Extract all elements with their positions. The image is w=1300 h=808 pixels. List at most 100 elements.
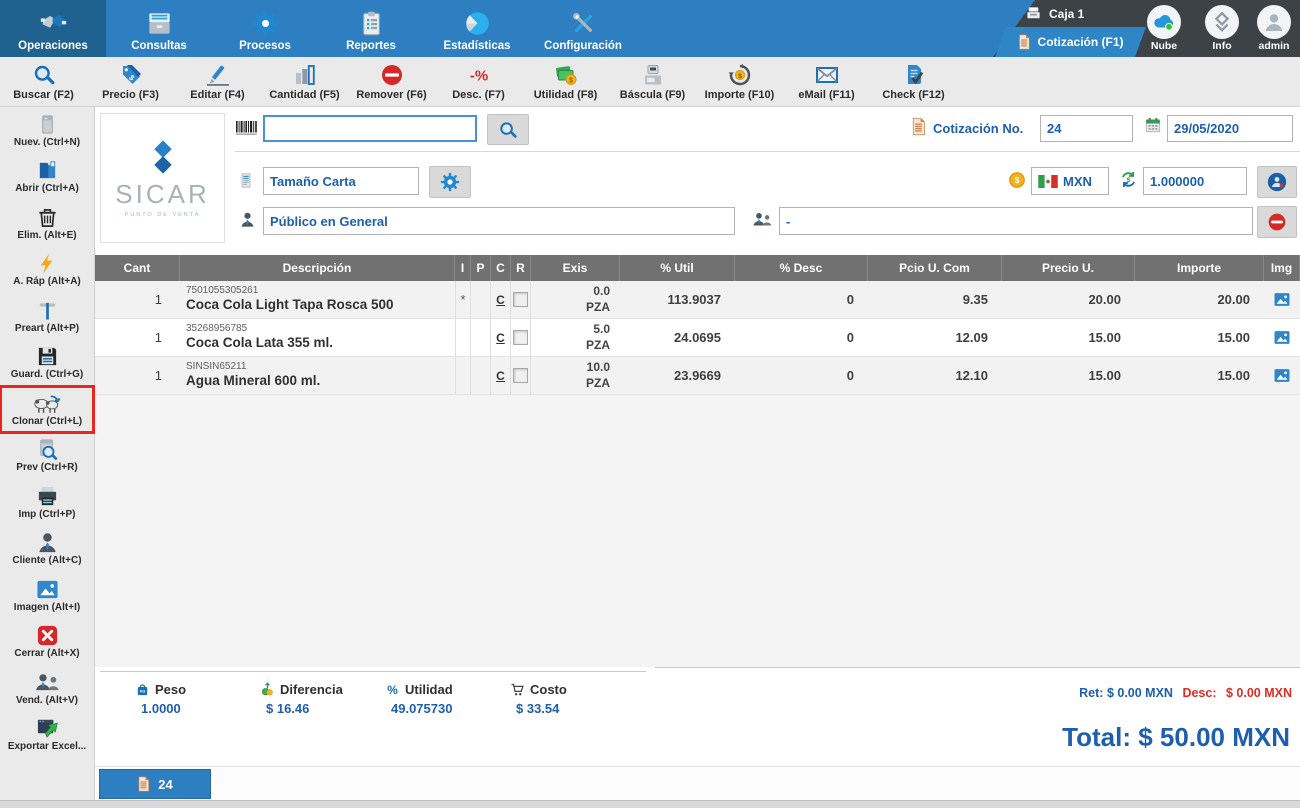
pie-chart-icon	[464, 10, 491, 37]
toolbar-cantidad-button[interactable]: Cantidad (F5)	[261, 57, 348, 106]
toolbar-buscar-button[interactable]: Buscar (F2)	[0, 57, 87, 106]
cell-r	[511, 319, 531, 356]
cell-cant: 1	[95, 281, 180, 318]
gear-icon	[440, 172, 460, 192]
quote-number-input[interactable]	[1040, 115, 1133, 142]
action-sidebar: Nuev. (Ctrl+N) Abrir (Ctrl+A) Elim. (Alt…	[0, 107, 95, 800]
barcode-search-input[interactable]	[263, 115, 477, 142]
row-checkbox[interactable]	[513, 368, 528, 383]
sidebar-item-alta-rapida[interactable]: A. Ráp (Alt+A)	[0, 247, 94, 294]
toolbar-precio-button[interactable]: $Precio (F3)	[87, 57, 174, 106]
stat-costo-value: $ 33.54	[510, 701, 640, 716]
print-format-input[interactable]	[263, 167, 419, 195]
col-header-descripcion: Descripción	[180, 255, 455, 281]
toolbar-email-button[interactable]: eMail (F11)	[783, 57, 870, 106]
sidebar-item-clonar[interactable]: Clonar (Ctrl+L)	[0, 386, 94, 433]
cell-exis: 10.0PZA	[531, 357, 620, 394]
toolbar-utilidad-button[interactable]: $Utilidad (F8)	[522, 57, 609, 106]
vendors-people-icon	[34, 671, 61, 694]
salesperson-input[interactable]	[779, 207, 1253, 235]
cell-pcio-u-com: 9.35	[868, 281, 1002, 318]
image-thumbnail-icon[interactable]	[1273, 330, 1291, 345]
pencil-icon	[206, 63, 230, 87]
toolbar-check-button[interactable]: Check (F12)	[870, 57, 957, 106]
toolbar-editar-button[interactable]: Editar (F4)	[174, 57, 261, 106]
svg-text:$: $	[1127, 177, 1131, 184]
cost-link[interactable]: C	[496, 369, 505, 383]
quote-document-icon	[911, 117, 926, 136]
nav-operaciones[interactable]: Operaciones	[0, 0, 106, 57]
row-checkbox[interactable]	[513, 330, 528, 345]
image-thumbnail-icon[interactable]	[1273, 292, 1291, 307]
print-settings-button[interactable]	[429, 166, 471, 198]
sidebar-item-guardar[interactable]: Guard. (Ctrl+G)	[0, 340, 94, 387]
table-row[interactable]: 1 35268956785 Coca Cola Lata 355 ml. C 5…	[95, 319, 1300, 357]
percent-icon: %	[385, 682, 400, 697]
caja-tab[interactable]: Caja 1	[1025, 6, 1084, 21]
search-button[interactable]	[487, 114, 529, 145]
currency-manager-button[interactable]	[1257, 166, 1297, 198]
col-header-util: % Util	[620, 255, 735, 281]
toolbar-bascula-button[interactable]: Báscula (F9)	[609, 57, 696, 106]
nav-consultas[interactable]: Consultas	[106, 0, 212, 57]
cell-util: 24.0695	[620, 319, 735, 356]
nav-configuracion[interactable]: Configuración	[530, 0, 636, 57]
nav-procesos[interactable]: Procesos	[212, 0, 318, 57]
sidebar-item-eliminar[interactable]: Elim. (Alt+E)	[0, 200, 94, 247]
cost-link[interactable]: C	[496, 293, 505, 307]
sidebar-item-imagen[interactable]: Imagen (Alt+I)	[0, 572, 94, 619]
remove-salesperson-button[interactable]	[1257, 206, 1297, 238]
table-row[interactable]: 1 SINSIN65211 Agua Mineral 600 ml. C 10.…	[95, 357, 1300, 395]
svg-text:-%: -%	[469, 67, 487, 84]
date-input[interactable]	[1167, 115, 1293, 142]
user-avatar-icon	[1262, 10, 1286, 34]
sidebar-item-preview[interactable]: Prev (Ctrl+R)	[0, 433, 94, 480]
quote-main-panel: SICAR PUNTO DE VENTA Cotización No. $ MX…	[95, 107, 1300, 800]
footer-divider-right	[655, 667, 1300, 668]
table-row[interactable]: 1 7501055305261 Coca Cola Light Tapa Ros…	[95, 281, 1300, 319]
row-checkbox[interactable]	[513, 292, 528, 307]
items-table-header: Cant Descripción I P C R Exis % Util % D…	[95, 255, 1300, 281]
sidebar-item-cliente[interactable]: Cliente (Alt+C)	[0, 526, 94, 573]
salesperson-icon	[751, 211, 774, 228]
clone-sheep-icon	[33, 392, 61, 415]
sidebar-item-preart[interactable]: Preart (Alt+P)	[0, 293, 94, 340]
cost-link[interactable]: C	[496, 331, 505, 345]
sidebar-item-nuevo[interactable]: Nuev. (Ctrl+N)	[0, 107, 94, 154]
desc-value: $ 0.00 MXN	[1226, 686, 1292, 700]
cell-exis: 5.0PZA	[531, 319, 620, 356]
toolbar-remover-button[interactable]: Remover (F6)	[348, 57, 435, 106]
cell-r	[511, 281, 531, 318]
nube-button[interactable]: Nube	[1136, 5, 1192, 52]
client-person-icon	[36, 531, 59, 554]
col-header-pcio-u-com: Pcio U. Com	[868, 255, 1002, 281]
sidebar-item-vendedor[interactable]: Vend. (Alt+V)	[0, 665, 94, 712]
form-divider	[235, 151, 1300, 152]
toolbar-importe-button[interactable]: $Importe (F10)	[696, 57, 783, 106]
print-format-icon	[238, 170, 254, 191]
cell-precio-u: 15.00	[1002, 357, 1135, 394]
stat-peso-value: 1.0000	[135, 701, 265, 716]
stat-utilidad-value: 49.075730	[385, 701, 515, 716]
stat-utilidad: %Utilidad 49.075730	[385, 682, 515, 716]
sidebar-item-cerrar[interactable]: Cerrar (Alt+X)	[0, 619, 94, 666]
money-diff-icon	[260, 682, 275, 697]
image-thumbnail-icon[interactable]	[1273, 368, 1291, 383]
cloud-icon	[1152, 10, 1176, 34]
currency-select[interactable]: MXN	[1031, 167, 1109, 195]
cotizacion-tab[interactable]: Cotización (F1)	[995, 27, 1146, 57]
cell-img	[1264, 357, 1300, 394]
cell-c: C	[491, 357, 511, 394]
sidebar-item-exportar-excel[interactable]: Exportar Excel...	[0, 712, 94, 759]
info-button[interactable]: Info	[1194, 5, 1250, 52]
admin-user-button[interactable]: admin	[1246, 5, 1300, 52]
customer-input[interactable]	[263, 207, 735, 235]
nav-estadisticas[interactable]: Estadísticas	[424, 0, 530, 57]
toolbar-descuento-button[interactable]: -%Desc. (F7)	[435, 57, 522, 106]
desc-label: Desc:	[1182, 686, 1216, 700]
quote-tab-24[interactable]: 24	[99, 769, 211, 799]
sidebar-item-abrir[interactable]: Abrir (Ctrl+A)	[0, 154, 94, 201]
nav-reportes[interactable]: Reportes	[318, 0, 424, 57]
exchange-rate-input[interactable]	[1143, 167, 1247, 195]
sidebar-item-imprimir[interactable]: Imp (Ctrl+P)	[0, 479, 94, 526]
